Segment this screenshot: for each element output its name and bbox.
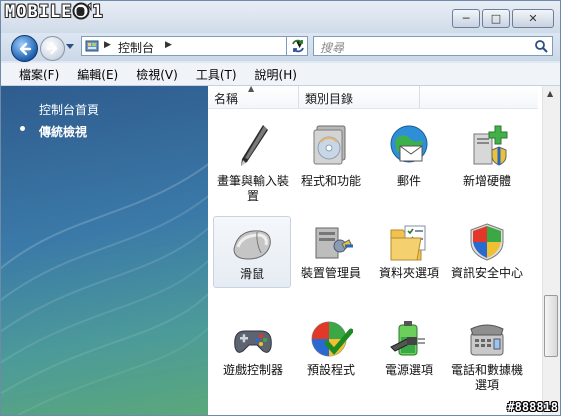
menu-view[interactable]: 檢視(V) bbox=[123, 63, 183, 85]
item-mail[interactable]: 郵件 bbox=[370, 116, 448, 189]
vertical-scrollbar[interactable]: ▲ ▼ bbox=[542, 86, 560, 415]
refresh-icon bbox=[292, 39, 304, 53]
item-programs-features[interactable]: 程式和功能 bbox=[292, 116, 370, 189]
aero-swirl-decoration bbox=[1, 163, 208, 415]
power-icon bbox=[390, 321, 425, 356]
security-center-icon bbox=[470, 223, 504, 261]
add-hardware-icon bbox=[473, 125, 508, 166]
breadcrumb-separator-icon: ▶ bbox=[104, 40, 111, 50]
item-pen-input[interactable]: 畫筆與輸入裝置 bbox=[214, 116, 292, 204]
address-bar[interactable]: ▶ 控制台 ▶ ▼ bbox=[81, 36, 308, 56]
control-panel-icon bbox=[85, 40, 99, 52]
control-panel-home-link[interactable]: 控制台首頁 bbox=[39, 101, 99, 118]
explorer-window: MOBILE 0 1 ─ □ ✕ ▶ 控制台 ▶ ▼ 搜尋 檔案(F) 編輯(E… bbox=[0, 0, 561, 416]
close-button[interactable]: ✕ bbox=[512, 9, 554, 28]
column-name[interactable]: ▲ 名稱 bbox=[208, 84, 299, 108]
refresh-button[interactable] bbox=[286, 36, 309, 56]
breadcrumb-control-panel[interactable]: 控制台 bbox=[118, 39, 154, 56]
control-panel-items: 畫筆與輸入裝置 程式和功能 郵件 新增硬體 滑鼠 裝置管理員 資料夾選項 資訊安… bbox=[208, 108, 538, 415]
task-pane: 控制台首頁 傳統檢視 bbox=[1, 86, 208, 415]
menu-edit[interactable]: 編輯(E) bbox=[64, 63, 123, 85]
mobile01-watermark-logo: MOBILE 0 1 bbox=[5, 2, 104, 22]
mail-icon bbox=[390, 125, 428, 163]
menu-bar: 檔案(F) 編輯(E) 檢視(V) 工具(T) 說明(H) bbox=[1, 63, 560, 86]
content-pane: ▲ 名稱 類別目錄 ▲ ▼ 畫筆與輸入裝置 程式和功能 郵件 新增硬體 滑鼠 裝… bbox=[208, 84, 560, 415]
item-default-programs[interactable]: 預設程式 bbox=[292, 313, 370, 378]
device-manager-icon bbox=[315, 227, 353, 259]
arrow-left-icon bbox=[19, 42, 31, 55]
recent-pages-dropdown-icon[interactable] bbox=[65, 41, 75, 51]
camera-logo-icon: 0 bbox=[72, 2, 92, 20]
search-input[interactable]: 搜尋 bbox=[313, 36, 553, 56]
maximize-button[interactable]: □ bbox=[482, 9, 510, 28]
classic-view-label: 傳統檢視 bbox=[39, 125, 88, 139]
sort-ascending-icon: ▲ bbox=[248, 84, 255, 93]
column-header: ▲ 名稱 類別目錄 bbox=[208, 84, 538, 109]
title-bar: MOBILE 0 1 ─ □ ✕ bbox=[1, 1, 560, 33]
column-category[interactable]: 類別目錄 bbox=[299, 86, 420, 108]
item-device-manager[interactable]: 裝置管理員 bbox=[292, 216, 370, 281]
item-security-center[interactable]: 資訊安全中心 bbox=[448, 216, 526, 281]
menu-help[interactable]: 說明(H) bbox=[242, 63, 302, 85]
menu-file[interactable]: 檔案(F) bbox=[1, 63, 64, 85]
item-phone-modem-options[interactable]: 電話和數據機選項 bbox=[448, 313, 526, 393]
svg-text:0: 0 bbox=[77, 7, 85, 18]
phone-modem-icon bbox=[470, 324, 504, 356]
item-mouse[interactable]: 滑鼠 bbox=[213, 216, 291, 288]
gamepad-icon bbox=[234, 330, 272, 353]
programs-icon bbox=[313, 125, 346, 165]
scroll-thumb[interactable] bbox=[544, 295, 558, 357]
search-icon[interactable] bbox=[534, 39, 548, 53]
corner-watermark-tag: #888818 bbox=[507, 400, 558, 414]
item-power-options[interactable]: 電源選項 bbox=[370, 313, 448, 378]
item-folder-options[interactable]: 資料夾選項 bbox=[370, 216, 448, 281]
current-view-bullet-icon bbox=[20, 126, 25, 131]
forward-button[interactable] bbox=[40, 36, 65, 61]
menu-tools[interactable]: 工具(T) bbox=[183, 63, 242, 85]
breadcrumb-separator-icon[interactable]: ▶ bbox=[165, 40, 172, 50]
item-game-controllers[interactable]: 遊戲控制器 bbox=[214, 313, 292, 378]
pen-icon bbox=[241, 125, 268, 166]
arrow-right-icon bbox=[46, 42, 58, 55]
folder-options-icon bbox=[390, 225, 426, 261]
mouse-icon bbox=[233, 230, 271, 260]
default-programs-icon bbox=[311, 321, 353, 357]
scroll-up-icon[interactable]: ▲ bbox=[547, 89, 553, 98]
item-add-hardware[interactable]: 新增硬體 bbox=[448, 116, 526, 189]
back-button[interactable] bbox=[11, 35, 38, 62]
minimize-button[interactable]: ─ bbox=[452, 9, 480, 28]
navigation-bar: ▶ 控制台 ▶ ▼ 搜尋 bbox=[1, 33, 560, 62]
